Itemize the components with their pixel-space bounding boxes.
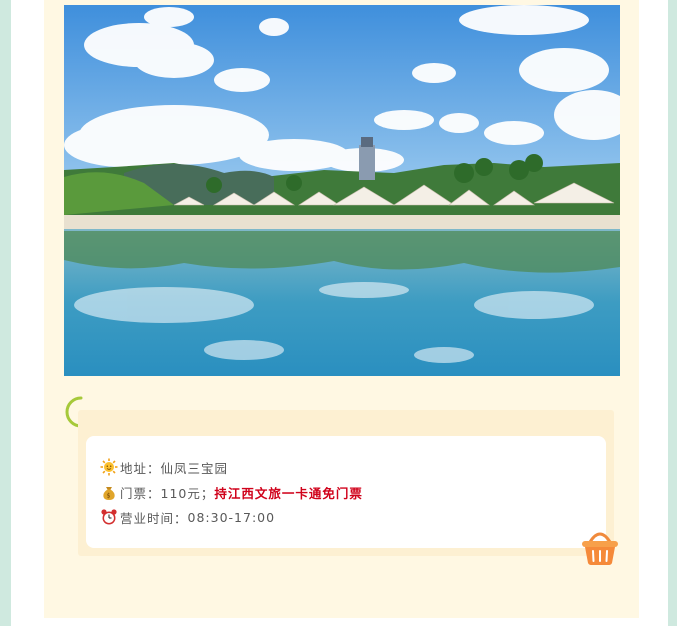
ticket-note: 持江西文旅一卡通免门票 <box>214 485 363 501</box>
ticket-value: 110元； <box>160 485 215 501</box>
hours-row: 营业时间： 08:30-17:00 <box>100 507 275 527</box>
svg-text:$: $ <box>107 492 112 499</box>
ticket-row: $ 门票： 110元； 持江西文旅一卡通免门票 <box>100 482 363 502</box>
address-value: 仙凤三宝园 <box>160 460 229 476</box>
right-border <box>668 0 677 626</box>
article-frame: 地址： 仙凤三宝园 $ 门票： 110元； 持江西文旅一卡通免门票 营业时间： … <box>0 0 677 626</box>
address-row: 地址： 仙凤三宝园 <box>100 457 228 477</box>
left-border <box>0 0 11 626</box>
left-gutter <box>11 0 44 626</box>
address-label: 地址： <box>120 460 161 476</box>
sun-icon <box>100 458 118 476</box>
ticket-label: 门票： <box>120 485 161 501</box>
money-bag-icon: $ <box>100 483 118 501</box>
right-gutter <box>638 0 668 626</box>
hours-value: 08:30-17:00 <box>187 509 276 525</box>
basket-icon <box>580 528 620 566</box>
hours-label: 营业时间： <box>120 510 188 526</box>
lake-resort-photo[interactable] <box>64 5 620 376</box>
alarm-clock-icon <box>100 508 118 526</box>
